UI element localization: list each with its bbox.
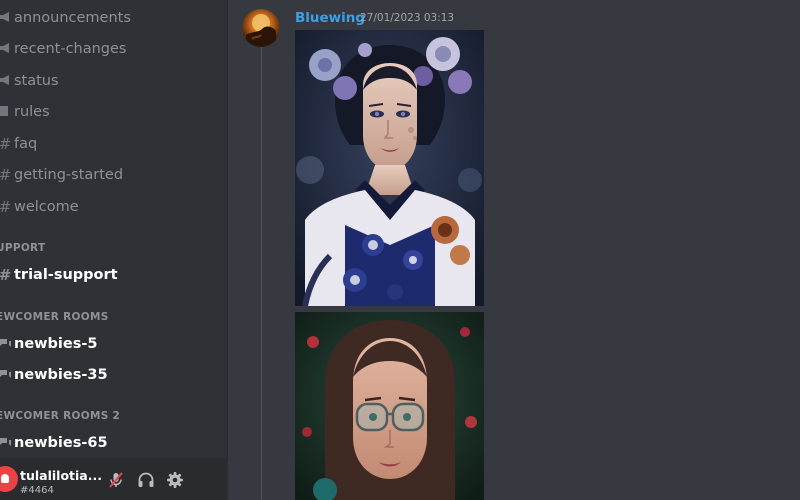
- category-newcomer-rooms[interactable]: EWCOMER ROOMS: [0, 311, 109, 323]
- channel-label: rules: [14, 104, 50, 120]
- message-author[interactable]: Bluewing: [295, 10, 365, 26]
- channel-welcome[interactable]: #welcome: [0, 194, 79, 220]
- channel-getting-started[interactable]: #getting-started: [0, 162, 123, 188]
- megaphone-icon: [0, 40, 12, 58]
- channel-label: recent-changes: [14, 41, 127, 57]
- channel-label: newbies-65: [14, 435, 108, 451]
- hash-icon: #: [0, 266, 12, 284]
- attachment-image-1[interactable]: [295, 30, 484, 306]
- mute-button[interactable]: [106, 470, 126, 490]
- username: tulalilotia...: [20, 468, 102, 483]
- channel-faq[interactable]: #faq: [0, 131, 37, 157]
- channel-label: newbies-35: [14, 367, 108, 383]
- hash-icon: #: [0, 166, 12, 184]
- channel-newbies-35[interactable]: newbies-35: [0, 362, 108, 388]
- channel-label: status: [14, 73, 59, 89]
- channel-newbies-65[interactable]: newbies-65: [0, 430, 108, 456]
- thread-line: [261, 47, 262, 500]
- headphones-icon: [138, 472, 154, 487]
- book-icon: [0, 103, 12, 121]
- portrait-woman-glasses: [295, 312, 484, 500]
- channel-label: welcome: [14, 199, 79, 215]
- channel-label: newbies-5: [14, 336, 98, 352]
- channel-label: trial-support: [14, 267, 118, 283]
- category-newcomer-rooms-2[interactable]: EWCOMER ROOMS 2: [0, 410, 120, 422]
- channel-trial-support[interactable]: #trial-support: [0, 262, 118, 288]
- channel-newbies-5[interactable]: newbies-5: [0, 331, 97, 357]
- avatar-picture: [246, 14, 276, 47]
- channel-rules[interactable]: rules: [0, 99, 50, 125]
- deafen-button[interactable]: [136, 470, 156, 490]
- channel-announcements[interactable]: announcements: [0, 5, 131, 31]
- user-settings-button[interactable]: [165, 470, 185, 490]
- portrait-woman-floral-headdress: [295, 30, 484, 306]
- hash-icon: #: [0, 135, 12, 153]
- author-avatar[interactable]: [242, 9, 280, 47]
- megaphone-icon: [0, 9, 12, 27]
- hash-icon: #: [0, 198, 12, 216]
- megaphone-icon: [0, 72, 12, 90]
- channel-recent-changes[interactable]: recent-changes: [0, 36, 126, 62]
- forum-icon: [0, 434, 12, 452]
- channel-label: announcements: [14, 10, 131, 26]
- user-avatar[interactable]: [0, 466, 18, 492]
- channel-label: faq: [14, 136, 38, 152]
- message-timestamp: 27/01/2023 03:13: [360, 12, 455, 24]
- gear-icon: [167, 472, 183, 488]
- channel-status[interactable]: status: [0, 68, 59, 94]
- forum-icon: [0, 366, 12, 384]
- user-discriminator: #4464: [20, 485, 54, 496]
- channel-label: getting-started: [14, 167, 124, 183]
- forum-icon: [0, 335, 12, 353]
- category-support[interactable]: UPPORT: [0, 242, 45, 254]
- user-panel: tulalilotia... #4464: [0, 458, 227, 500]
- microphone-muted-icon: [109, 472, 123, 488]
- channel-sidebar: announcements recent-changes status rule…: [0, 0, 227, 500]
- attachment-image-2[interactable]: [295, 312, 484, 500]
